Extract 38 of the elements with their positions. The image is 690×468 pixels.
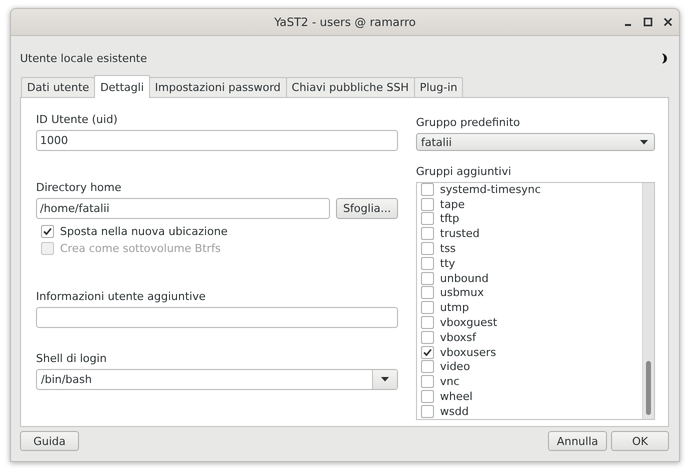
list-item: wheel xyxy=(440,390,473,404)
list-item: unbound xyxy=(440,272,489,285)
help-button[interactable]: Guida xyxy=(20,431,79,451)
field-label: Shell di login xyxy=(36,352,108,366)
dialog-heading: Utente locale esistente xyxy=(20,52,147,64)
checkbox-label: Crea come sottovolume Btrfs xyxy=(60,242,221,255)
dialog-button[interactable]: Annulla xyxy=(548,431,607,451)
list-item: utmp xyxy=(440,301,469,314)
browse-button[interactable]: Sfoglia... xyxy=(336,198,398,219)
input-field[interactable]: 1000 xyxy=(36,130,398,151)
window-title: YaST2 - users @ ramarro xyxy=(274,15,416,29)
tab[interactable]: Plug-in xyxy=(414,77,464,97)
list-item: vboxusers xyxy=(440,346,496,359)
list-item: usbmux xyxy=(440,286,484,300)
list-item: vboxguest xyxy=(440,316,498,330)
list-item: video xyxy=(440,360,470,374)
field-label: ID Utente (uid) xyxy=(36,113,118,127)
list-item: systemd-timesync xyxy=(440,183,541,196)
list-item: tty xyxy=(440,256,456,270)
list-item: vboxsf xyxy=(440,330,476,344)
combo-value: /bin/bash xyxy=(40,372,93,388)
field-label: Informazioni utente aggiuntive xyxy=(36,290,207,304)
field-label: Directory home xyxy=(36,181,122,195)
tab[interactable]: Dettagli xyxy=(94,75,150,98)
dropdown[interactable]: fatalii xyxy=(416,133,655,151)
field-label: Gruppi aggiuntivi xyxy=(416,165,512,179)
list-item: vnc xyxy=(440,375,460,388)
list-item: wsdd xyxy=(440,404,469,418)
combo-box[interactable]: /bin/bash xyxy=(36,368,398,390)
checkbox-label: Sposta nella nuova ubicazione xyxy=(60,224,228,238)
input-field[interactable]: /home/fatalii xyxy=(36,198,330,219)
list-item: trusted xyxy=(440,227,480,240)
list-item: tftp xyxy=(440,212,460,226)
dialog-button[interactable]: OK xyxy=(611,431,669,451)
field-label: Gruppo predefinito xyxy=(416,116,521,130)
list-item: tape xyxy=(440,198,465,211)
list-item: tss xyxy=(440,242,456,256)
tab[interactable]: Dati utente xyxy=(21,77,96,97)
